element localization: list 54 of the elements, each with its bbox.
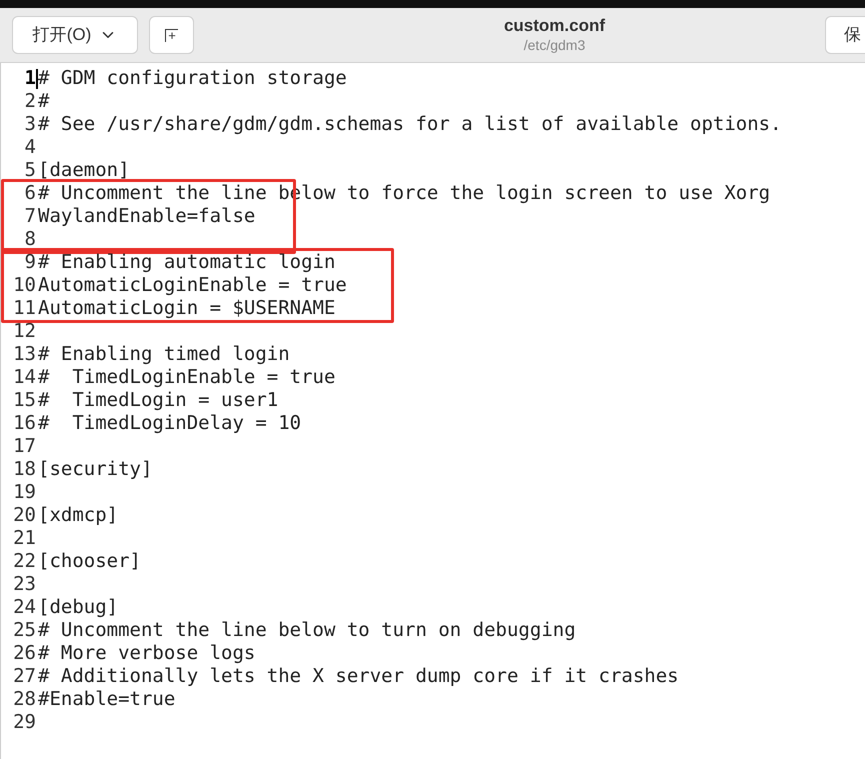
- line-number: 4: [24, 135, 36, 160]
- line-number: 2: [24, 89, 36, 114]
- line-number: 1: [24, 66, 36, 92]
- code-line: [debug]: [38, 595, 118, 620]
- save-button[interactable]: 保: [825, 16, 865, 54]
- line-number: 29: [12, 710, 36, 736]
- code-line: [chooser]: [38, 549, 141, 574]
- line-number: 9: [24, 250, 36, 276]
- code-line: # TimedLoginEnable = true: [38, 365, 336, 390]
- new-tab-button[interactable]: +: [149, 16, 194, 54]
- code-line: # TimedLogin = user1: [38, 388, 278, 414]
- line-number: 13: [12, 342, 36, 368]
- line-number: 10: [12, 273, 36, 298]
- line-number: 22: [12, 549, 36, 574]
- window-subtitle: /etc/gdm3: [524, 36, 586, 54]
- window-title: custom.conf: [504, 16, 606, 36]
- code-line: # Additionally lets the X server dump core if it crashes: [38, 664, 679, 690]
- line-number: 14: [12, 365, 36, 390]
- code-line: # See /usr/share/gdm/gdm.schemas for a list of available options.: [38, 112, 782, 138]
- code-line: # Uncomment the line below to turn on debugging: [38, 618, 576, 644]
- code-line: # More verbose logs: [38, 641, 256, 666]
- line-number: 15: [12, 388, 36, 414]
- code-line: # GDM configuration storage: [38, 66, 347, 92]
- code-line: [security]: [38, 457, 152, 482]
- line-number: 25: [12, 618, 36, 644]
- line-number: 20: [12, 503, 36, 528]
- code-line: # TimedLoginDelay = 10: [38, 411, 302, 436]
- line-number: 23: [12, 572, 36, 598]
- line-number: 6: [24, 181, 36, 206]
- open-button[interactable]: 打开(O): [12, 16, 138, 54]
- line-number: 16: [12, 411, 36, 436]
- code-line: WaylandEnable=false: [38, 204, 256, 230]
- line-number: 3: [24, 112, 36, 138]
- code-line: [daemon]: [38, 158, 130, 184]
- line-number: 26: [12, 641, 36, 666]
- line-number: 18: [12, 457, 36, 482]
- line-number: 28: [12, 687, 36, 712]
- line-number: 27: [12, 664, 36, 690]
- line-number: 12: [12, 319, 36, 344]
- line-number: 17: [12, 434, 36, 460]
- line-number: 7: [24, 204, 36, 230]
- code-line: [xdmcp]: [38, 503, 118, 528]
- line-number: 21: [12, 526, 36, 552]
- code-line: # Enabling timed login: [38, 342, 290, 368]
- line-number: 11: [12, 296, 36, 322]
- line-number: 24: [12, 595, 36, 620]
- code-line: #Enable=true: [38, 687, 176, 712]
- line-number: 8: [24, 227, 36, 252]
- code-line: #: [38, 89, 50, 114]
- line-number: 5: [24, 158, 36, 184]
- code-line: AutomaticLogin = $USERNAME: [38, 296, 336, 322]
- code-line: AutomaticLoginEnable = true: [38, 273, 347, 298]
- code-line: # Enabling automatic login: [38, 250, 336, 276]
- line-number: 19: [12, 480, 36, 506]
